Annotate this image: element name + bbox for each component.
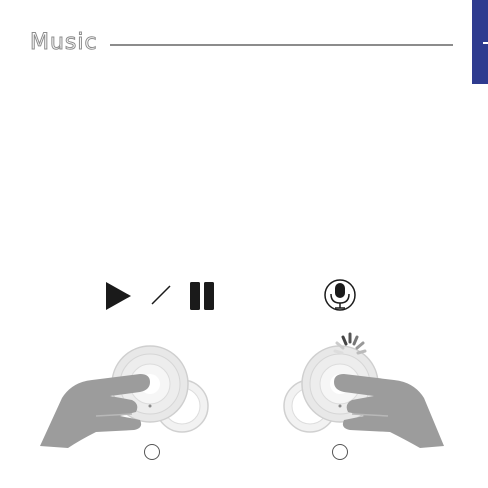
voice-assistant-panel <box>244 270 472 470</box>
side-tab-mark <box>483 42 488 44</box>
play-icon <box>106 282 131 310</box>
title-rule <box>110 44 453 46</box>
step-indicator <box>144 444 160 460</box>
manual-page: Music <box>0 0 488 488</box>
hand-illustration <box>334 374 444 448</box>
hand-illustration <box>40 374 150 448</box>
play-pause-panel <box>0 270 244 470</box>
pause-icon <box>190 282 214 310</box>
slash-icon <box>151 285 171 305</box>
section-title: Music <box>30 30 98 56</box>
microphone-icon <box>324 279 356 311</box>
step-indicator <box>332 444 348 460</box>
